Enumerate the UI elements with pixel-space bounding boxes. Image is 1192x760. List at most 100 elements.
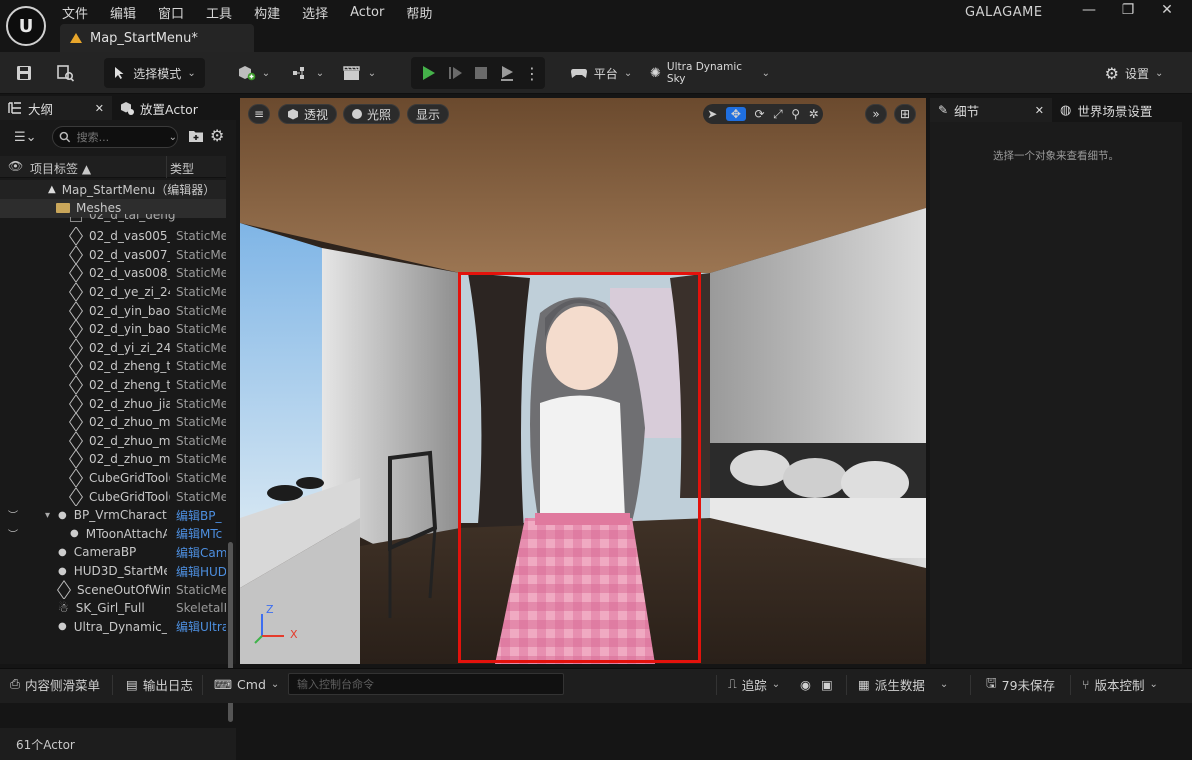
outliner-search-box[interactable]: ⌄ — [52, 126, 178, 148]
tree-row[interactable]: ● Ultra_Dynamic_S 编辑Ultra — [0, 618, 226, 637]
filter-icon[interactable]: ☰⌄ — [14, 130, 37, 145]
tree-row[interactable]: 02_d_yin_bao_ StaticMe — [0, 301, 226, 320]
source-browse-button[interactable] — [50, 58, 80, 88]
skeletal-mesh-icon: ☃ — [58, 601, 69, 616]
tab-outliner[interactable]: 大纲 ✕ — [0, 96, 112, 120]
menu-actor[interactable]: Actor — [350, 5, 384, 20]
menu-tools[interactable]: 工具 — [206, 3, 232, 22]
tree-row[interactable]: 02_d_yi_zi_245 StaticMe — [0, 338, 226, 358]
edit-blueprint-link[interactable]: 编辑MTc — [176, 525, 226, 542]
source-control-dropdown[interactable]: ⑂ 版本控制 ⌄ — [1082, 669, 1158, 699]
cinematics-button[interactable]: ⌄ — [340, 58, 378, 88]
show-button[interactable]: 显示 — [407, 104, 450, 124]
tree-row[interactable]: 02_d_zhuo_mi StaticMe — [0, 431, 226, 451]
tree-row[interactable]: CubeGridTool(StaticMe — [0, 468, 226, 488]
edit-blueprint-link[interactable]: 编辑BP_ — [176, 507, 226, 524]
outliner-settings-icon[interactable]: ⚙ — [210, 126, 224, 145]
select-tool-icon[interactable]: ➤ — [707, 107, 717, 121]
tree-row[interactable]: 02_d_zhuo_jia_ StaticMe — [0, 394, 226, 413]
tree-row[interactable]: 02_d_zheng_tc StaticMe — [0, 375, 226, 395]
world-local-icon[interactable]: ⚲ — [791, 107, 800, 121]
column-type-header[interactable]: 类型 — [170, 160, 194, 177]
search-dropdown-icon[interactable]: ⌄ — [169, 132, 177, 143]
tree-row[interactable]: 02_d_zhuo_mi StaticMe — [0, 450, 226, 469]
surface-snap-icon[interactable]: ✲ — [809, 107, 819, 121]
tree-row[interactable]: 02_d_vas005_1 StaticMe — [0, 227, 226, 246]
close-icon[interactable]: ✕ — [95, 102, 104, 115]
scale-tool-icon[interactable]: ⤢ — [773, 107, 783, 122]
minimize-button[interactable]: — — [1078, 2, 1100, 20]
platforms-dropdown[interactable]: 平台 ⌄ — [568, 58, 634, 88]
add-folder-icon[interactable] — [188, 129, 204, 146]
edit-blueprint-link[interactable]: 编辑Ultra — [176, 618, 226, 635]
tree-row[interactable]: SceneOutOfWinc StaticMe — [0, 580, 226, 599]
screenshot-button[interactable]: ▣ — [821, 669, 833, 699]
search-input[interactable] — [76, 130, 163, 144]
tab-details[interactable]: ✎ 细节 ✕ — [930, 98, 1052, 122]
menu-build[interactable]: 构建 — [254, 3, 280, 22]
eject-button[interactable] — [495, 58, 519, 88]
derived-data-dropdown[interactable]: ▦ 派生数据 ⌄ — [858, 669, 948, 699]
tree-row[interactable]: 02_d_zhuo_mi StaticMe — [0, 413, 226, 432]
tree-row[interactable]: ︶ ● MToonAttachA 编辑MTc — [0, 525, 226, 544]
menu-file[interactable]: 文件 — [62, 3, 88, 22]
tree-row[interactable]: CubeGridTool(StaticMe — [0, 487, 226, 506]
tree-row[interactable]: 02_d_vas007_2 StaticMe — [0, 245, 226, 265]
cmd-dropdown[interactable]: ⌨ Cmd ⌄ — [214, 669, 279, 699]
select-mode-dropdown[interactable]: 选择模式 ⌄ — [104, 58, 205, 88]
perspective-button[interactable]: 透视 — [278, 104, 338, 124]
unsaved-button[interactable]: 🖫 79未保存 — [986, 669, 1055, 699]
unreal-logo-icon[interactable]: U — [6, 6, 46, 46]
level-viewport[interactable]: Z X ≡ 透视 光照 显示 ➤ ✥ ⟳ ⤢ ⚲ ✲ » ⊞ — [240, 98, 926, 664]
console-input[interactable]: 输入控制台命令 — [288, 673, 564, 695]
row-type: StaticMe — [176, 285, 226, 300]
close-icon[interactable]: ✕ — [1035, 104, 1044, 117]
trace-dropdown[interactable]: ⎍ 追踪 ⌄ — [728, 669, 780, 699]
menu-window[interactable]: 窗口 — [158, 3, 184, 22]
ultra-dynamic-sky-dropdown[interactable]: ✺ Ultra Dynamic Sky ⌄ — [650, 58, 770, 88]
expand-arrow-icon[interactable]: ▾ — [45, 510, 50, 521]
stop-button[interactable] — [469, 58, 493, 88]
menu-select[interactable]: 选择 — [302, 3, 328, 22]
tree-row[interactable]: ☃ SK_Girl_Full SkeletalM — [0, 599, 226, 618]
tree-row-partial[interactable]: 02_d_tai_deng — [0, 214, 226, 224]
column-label-header[interactable]: 项目标签 ▲ — [30, 160, 91, 177]
tree-row[interactable]: 02_d_ye_zi_244 StaticMe — [0, 282, 226, 302]
expand-toolbar-button[interactable]: » — [865, 104, 887, 124]
tree-row[interactable]: ︶ ▾ ● BP_VrmCharacte 编辑BP_ — [0, 506, 226, 525]
settings-dropdown[interactable]: ⚙ 设置 ⌄ — [1100, 58, 1168, 88]
tree-row[interactable]: 02_d_yin_bao_ StaticMe — [0, 320, 226, 339]
rotate-tool-icon[interactable]: ⟳ — [754, 107, 764, 121]
visibility-column-eye-icon[interactable]: 👁 — [8, 159, 23, 173]
add-actor-button[interactable]: ⌄ — [236, 58, 272, 88]
play-options-icon[interactable]: ⋮ — [524, 58, 540, 88]
gear-icon: ⚙ — [1104, 63, 1119, 83]
blueprint-button[interactable]: ⌄ — [290, 58, 326, 88]
tree-row-map[interactable]: ▲ Map_StartMenu（编辑器） — [0, 180, 226, 199]
visibility-eye-icon[interactable]: ︶ — [8, 507, 18, 522]
tab-place-actor[interactable]: 放置Actor — [112, 96, 206, 120]
close-button[interactable]: ✕ — [1156, 2, 1178, 20]
maximize-button[interactable]: ❐ — [1117, 2, 1139, 20]
edit-blueprint-link[interactable]: 编辑HUD — [176, 563, 226, 580]
tab-world-settings[interactable]: ◍ 世界场景设置 — [1052, 98, 1160, 122]
tree-row[interactable]: 02_d_vas008_3 StaticMe — [0, 264, 226, 283]
layout-button[interactable]: ⊞ — [894, 104, 916, 124]
tree-row[interactable]: ● CameraBP 编辑Cam — [0, 543, 226, 562]
viewport-options-button[interactable]: ≡ — [248, 104, 270, 124]
visibility-eye-icon[interactable]: ︶ — [8, 526, 18, 541]
menu-edit[interactable]: 编辑 — [110, 3, 136, 22]
save-button[interactable] — [10, 58, 38, 88]
translate-tool-icon[interactable]: ✥ — [725, 107, 746, 121]
tree-row[interactable]: ● HUD3D_StartMe 编辑HUD — [0, 562, 226, 581]
level-document-tab[interactable]: Map_StartMenu* — [60, 24, 254, 52]
play-button[interactable] — [416, 58, 440, 88]
content-drawer-button[interactable]: ⎙ 内容侧滑菜单 — [10, 669, 100, 699]
menu-help[interactable]: 帮助 — [406, 3, 432, 22]
record-button[interactable]: ◉ — [800, 669, 811, 699]
advance-frame-button[interactable] — [443, 58, 467, 88]
output-log-button[interactable]: ▤ 输出日志 — [126, 669, 193, 699]
tree-row[interactable]: 02_d_zheng_tc StaticMe — [0, 357, 226, 376]
edit-blueprint-link[interactable]: 编辑Cam — [176, 544, 226, 561]
view-mode-button[interactable]: 光照 — [343, 104, 401, 124]
